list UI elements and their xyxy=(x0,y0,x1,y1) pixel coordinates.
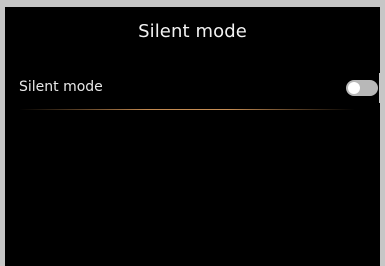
toggle-knob xyxy=(348,82,360,94)
settings-screen: Silent mode Silent mode xyxy=(5,7,380,266)
title-bar: Silent mode xyxy=(5,7,380,59)
silent-mode-row[interactable]: Silent mode xyxy=(5,69,380,109)
silent-mode-label: Silent mode xyxy=(19,79,103,95)
row-divider xyxy=(19,109,355,110)
edge-marker xyxy=(379,73,380,103)
silent-mode-toggle[interactable] xyxy=(346,80,378,96)
page-title: Silent mode xyxy=(138,21,247,42)
